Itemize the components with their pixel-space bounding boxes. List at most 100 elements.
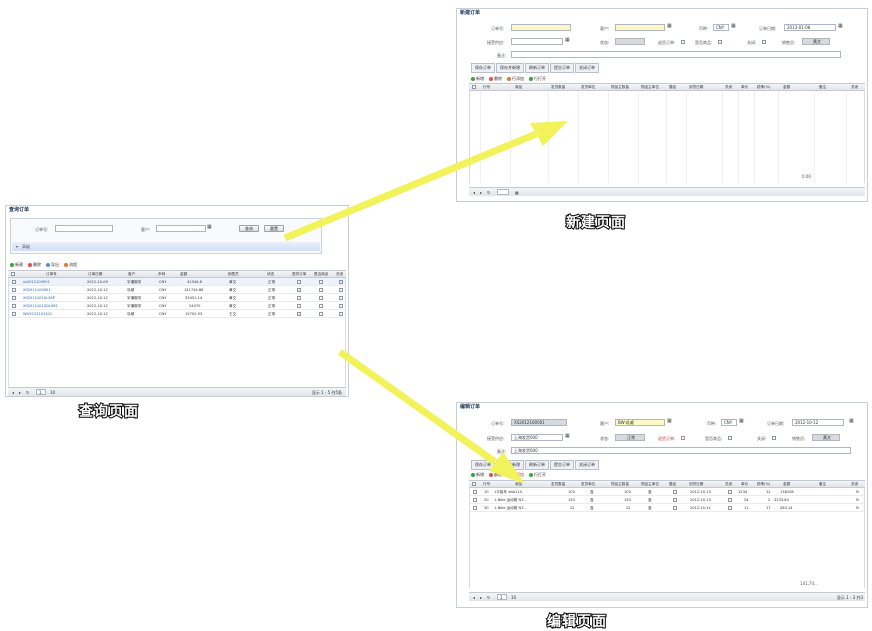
row-open-tool[interactable]: 行打开 [529,472,546,478]
purchaser-input[interactable]: 上海发货000 [511,434,563,441]
row-tax[interactable]: 17 [766,506,771,510]
close-order-tab[interactable]: 关闭订单 [575,460,599,470]
pager-prev-icon[interactable]: ◂ [473,190,475,195]
row-qty[interactable]: 100 [568,490,575,494]
select-all-checkbox[interactable] [472,85,476,89]
save-order-tab[interactable]: 保存订单 [471,63,495,73]
row-checkbox[interactable] [12,280,16,284]
delete-tool[interactable]: 删除 [28,262,41,268]
currency-picker-icon[interactable]: ▦ [731,24,736,29]
page-size-icon[interactable]: ▦ [515,190,519,195]
row-checkbox[interactable] [473,490,477,494]
row-goods-checkbox[interactable] [319,304,323,308]
row-close-line-checkbox[interactable] [728,506,732,510]
row-checkbox[interactable] [12,312,16,316]
table-row[interactable]: XS2012100001 2012-10-12 巩威 CNY 141744.86… [9,286,345,294]
row-order-no[interactable]: xs2012100901 [23,280,50,284]
row-close-checkbox[interactable] [339,296,343,300]
row-qty[interactable]: 22 [570,506,575,510]
row-item[interactable]: 1平板车 wsb110 [494,490,522,495]
advanced-bar[interactable]: ▾ 高级 [12,242,320,251]
pager-prev-icon[interactable]: ◂ [12,390,14,395]
row-order-no[interactable]: XS20121010DL0B1 [23,304,58,308]
currency-picker-icon[interactable]: ▦ [739,419,744,424]
row-item[interactable]: 1-Nike 运动鞋 NT... [494,506,526,511]
purchaser-input[interactable] [511,38,563,45]
row-date[interactable]: 2012-10-13 [690,490,711,494]
row-goods-checkbox[interactable] [319,312,323,316]
table-row[interactable]: 30 1-Nike 运动鞋 NT... 22 盒 22 盒 2012-10-1s… [470,504,864,512]
row-checkbox[interactable] [12,296,16,300]
row-return-checkbox[interactable] [297,288,301,292]
row-item[interactable]: 1-Nike 运动鞋 NT... [494,498,526,503]
row-gift-checkbox[interactable] [673,506,677,510]
row-close-checkbox[interactable] [339,304,343,308]
row-tax[interactable]: 2 [768,498,770,502]
refresh-icon[interactable]: ↻ [26,390,29,395]
table-row[interactable]: xs2012100901 2012-10-09 宇通服务 CNY 41344.8… [9,278,345,286]
refresh-icon[interactable]: ↻ [487,595,490,600]
table-row[interactable]: 10 1平板车 wsb110 100 盒 100 盒 2012-10-13 12… [470,488,864,496]
export-tool[interactable]: 导出 [46,262,59,268]
delete-line-tool[interactable]: 删除 [489,472,502,478]
refresh-order-tab[interactable]: 刷新订单 [525,63,549,73]
reset-button[interactable]: 重置 [264,225,284,232]
currency-select[interactable]: CNY [713,24,729,31]
refresh-icon[interactable]: ↻ [487,190,490,195]
page-number-input[interactable]: 1 [497,594,507,600]
row-close-checkbox[interactable] [339,280,343,284]
save-and-new-tab[interactable]: 保存并新增 [496,63,524,73]
remark-input[interactable] [511,51,841,58]
customer-input[interactable] [156,225,206,232]
close-order-tab[interactable]: 关闭订单 [575,63,599,73]
submit-order-tab[interactable]: 提交订单 [550,460,574,470]
row-close-line-checkbox[interactable] [728,490,732,494]
row-checkbox[interactable] [12,288,16,292]
customer-input[interactable] [615,24,665,31]
row-goods-checkbox[interactable] [319,288,323,292]
row-return-checkbox[interactable] [297,296,301,300]
row-goods-checkbox[interactable] [319,280,323,284]
row-order-no[interactable]: WH2012101201 [23,312,52,316]
row-checkbox[interactable] [473,498,477,502]
flow-tool[interactable]: 流程 [64,262,77,268]
return-checkbox[interactable] [681,436,685,440]
order-date-input[interactable]: 2012-10-12 [792,419,844,426]
row-date[interactable]: 2012-10-13 [690,498,711,502]
table-row[interactable]: WH2012101201 2012-10-12 巩威 CNY 19702.93 … [9,310,345,318]
row-checkbox[interactable] [12,304,16,308]
row-add-tool[interactable]: 行添加 [507,472,524,478]
goods-checkbox[interactable] [718,40,722,44]
pager-prev-icon[interactable]: ◂ [473,595,475,600]
customer-picker-icon[interactable]: ▦ [667,419,672,424]
row-gift-checkbox[interactable] [673,498,677,502]
row-return-checkbox[interactable] [297,280,301,284]
close-checkbox[interactable] [772,436,776,440]
customer-input[interactable]: BW-巩威 [615,419,665,426]
row-unit[interactable]: 盒 [590,498,594,503]
row-return-checkbox[interactable] [297,304,301,308]
row-close-checkbox[interactable] [339,288,343,292]
row-add-tool[interactable]: 行添加 [507,76,524,82]
goods-checkbox[interactable] [728,436,732,440]
pager-next-icon[interactable]: ▸ [480,595,482,600]
refresh-order-tab[interactable]: 刷新订单 [525,460,549,470]
row-order-no[interactable]: XS20121010L3AP [23,296,55,300]
customer-picker-icon[interactable]: ▦ [667,24,672,29]
purchaser-picker-icon[interactable]: ▦ [565,434,570,439]
row-unit[interactable]: 盒 [590,506,594,511]
customer-picker-icon[interactable]: ▦ [207,225,212,230]
calendar-icon[interactable]: ▦ [849,419,854,424]
purchaser-picker-icon[interactable]: ▦ [565,38,570,43]
add-line-tool[interactable]: 新增 [471,76,484,82]
row-open-tool[interactable]: 行打开 [529,76,546,82]
page-number-input[interactable]: 1 [36,389,46,395]
table-row[interactable]: XS20121010L3AP 2012-10-12 宇通服务 CNY 33451… [9,294,345,302]
row-price[interactable]: 24 [744,498,749,502]
return-checkbox[interactable] [681,40,685,44]
new-tool[interactable]: 新建 [10,262,23,268]
row-qty[interactable]: 150 [568,498,575,502]
calendar-icon[interactable]: ▦ [838,24,843,29]
order-date-input[interactable]: 2013-01-08 [784,24,836,31]
row-checkbox[interactable] [473,506,477,510]
